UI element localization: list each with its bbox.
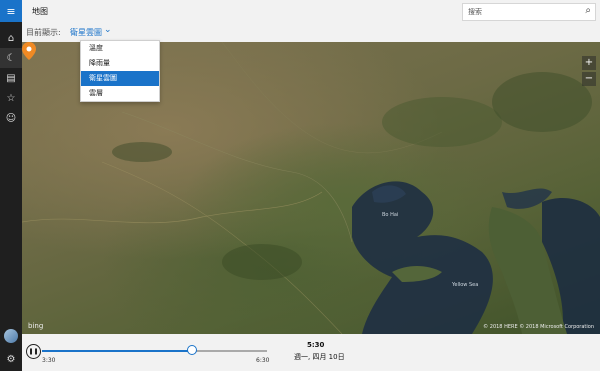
smile-icon[interactable]: ☺ (0, 108, 22, 128)
timeline-end: 6:30 (256, 357, 270, 364)
gear-icon[interactable]: ⚙ (0, 354, 22, 365)
left-rail: ≡ ⌂ ☾ ▤ ☆ ☺ ⚙ (0, 0, 22, 371)
sea-label-yellow-sea: Yellow Sea (452, 282, 479, 288)
dropdown-option-temperature[interactable]: 溫度 (81, 41, 159, 56)
current-time: 5:30 (307, 341, 325, 349)
star-icon[interactable]: ☆ (0, 88, 22, 108)
bing-logo: bing (28, 322, 44, 330)
dropdown-option-precipitation[interactable]: 降雨量 (81, 56, 159, 71)
current-date: 週一, 四月 10日 (294, 353, 345, 361)
dropdown-option-cloud[interactable]: 雲層 (81, 86, 159, 101)
zoom-out-button[interactable]: − (582, 72, 596, 86)
hamburger-icon[interactable]: ≡ (0, 0, 22, 22)
zoom-in-button[interactable]: + (582, 56, 596, 70)
avatar[interactable] (4, 329, 18, 343)
moon-icon[interactable]: ☾ (0, 48, 22, 68)
page-title: 地图 (32, 7, 48, 16)
filter-bar: 目前顯示: 衛星雲圖 ⌄ (22, 22, 600, 42)
title-bar: 地图 搜索 ⌕ (22, 0, 600, 23)
current-display-value[interactable]: 衛星雲圖 (70, 27, 102, 38)
chart-icon[interactable]: ▤ (0, 68, 22, 88)
dropdown-option-satellite[interactable]: 衛星雲圖 (81, 71, 159, 86)
search-icon[interactable]: ⌕ (585, 5, 591, 16)
timeline-track[interactable] (42, 350, 267, 352)
home-icon[interactable]: ⌂ (0, 28, 22, 48)
pause-button[interactable]: ❚❚ (26, 344, 41, 359)
layer-dropdown[interactable]: 溫度 降雨量 衛星雲圖 雲層 (80, 40, 160, 102)
search-box[interactable]: 搜索 ⌕ (462, 3, 596, 21)
location-pin-icon[interactable] (22, 42, 36, 60)
chevron-down-icon[interactable]: ⌄ (104, 25, 112, 35)
timeline-progress (42, 350, 191, 352)
timeline-start: 3:30 (42, 357, 56, 364)
current-display-label: 目前顯示: (26, 28, 61, 37)
timeline-bar: ❚❚ 3:30 6:30 5:30 週一, 四月 10日 (22, 334, 600, 371)
sea-label-bohai: Bo Hai (382, 212, 399, 218)
map-copyright: © 2018 HERE © 2018 Microsoft Corporation (483, 324, 594, 330)
timeline-thumb[interactable] (186, 345, 197, 355)
search-input[interactable]: 搜索 (468, 7, 482, 17)
